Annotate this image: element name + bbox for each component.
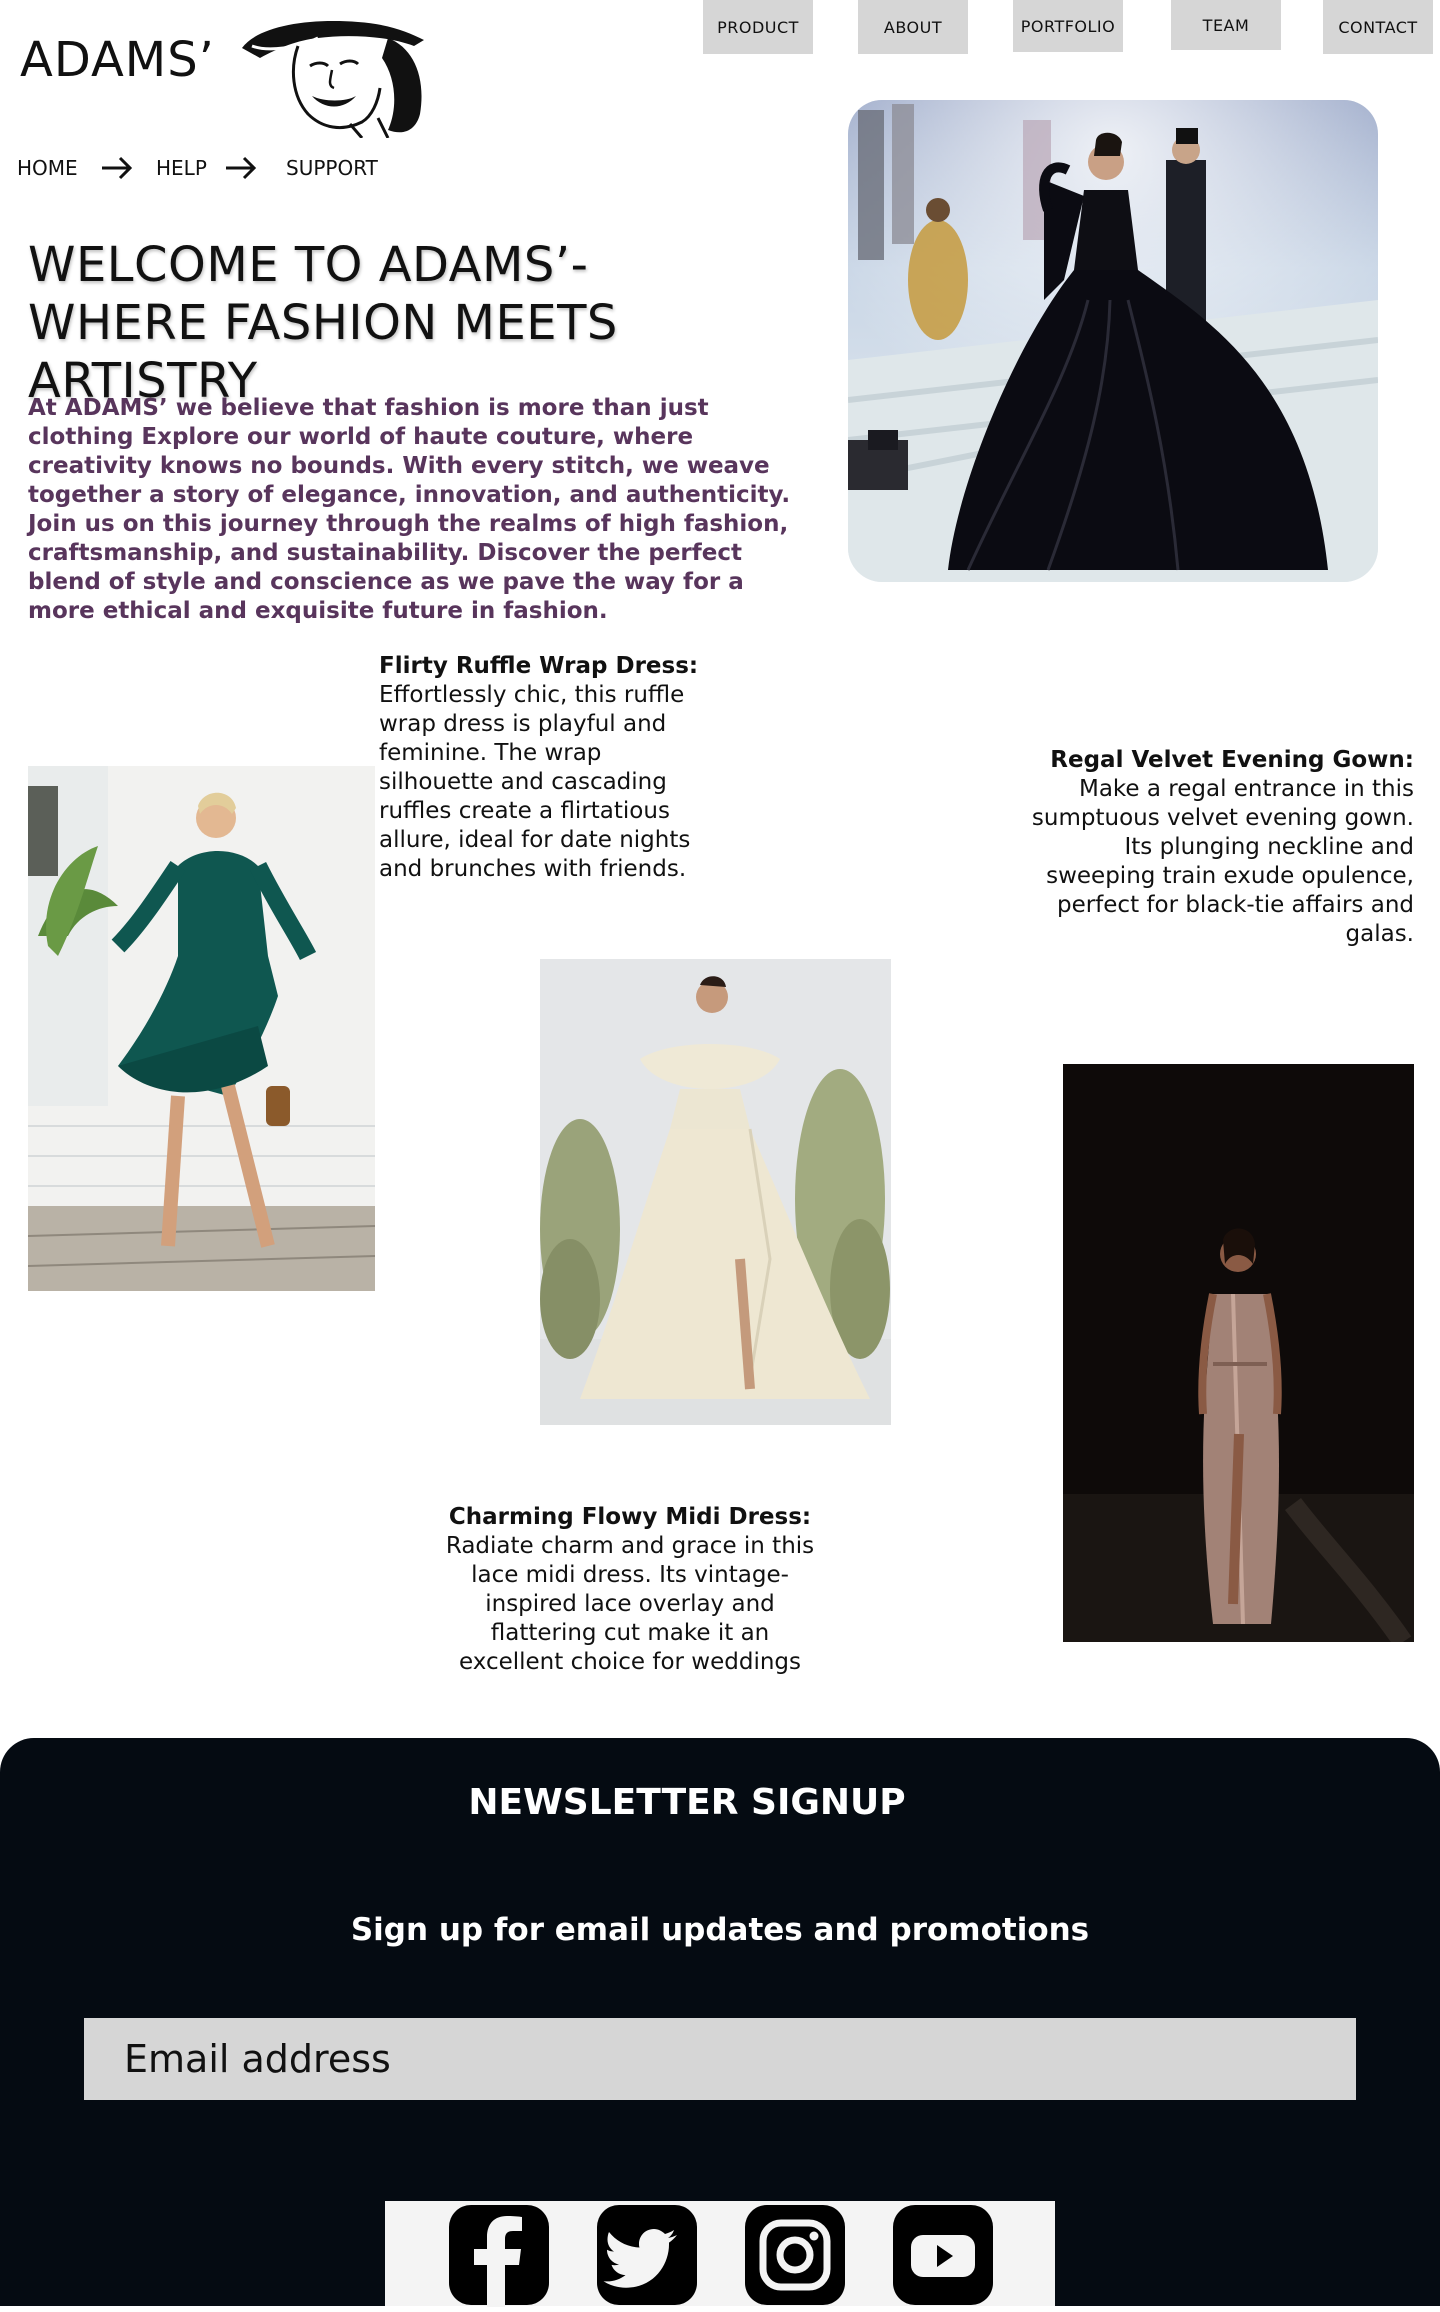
facebook-icon[interactable] <box>447 2203 551 2307</box>
hero-intro-paragraph-2: Join us on this journey through the real… <box>28 511 789 624</box>
product-description-line: Effortlessly chic, this ruffle <box>379 682 685 708</box>
arrow-right-icon <box>100 154 134 182</box>
product-ruffle-wrap-dress: Flirty Ruffle Wrap Dress: Effortlessly c… <box>379 652 709 884</box>
brand-name[interactable]: ADAMS’ <box>20 32 215 88</box>
product-description-line: inspired lace overlay and <box>485 1591 775 1617</box>
nav-portfolio-button[interactable]: PORTFOLIO <box>1013 0 1123 52</box>
product-description-line: Make a regal entrance in this <box>1078 776 1414 802</box>
logo-illustration <box>238 18 428 139</box>
product-description-line: feminine. The wrap <box>379 740 602 766</box>
hero-title: WELCOME TO ADAMS’- WHERE FASHION MEETS A… <box>28 236 848 410</box>
arrow-right-icon <box>224 154 258 182</box>
product-title: Regal Velvet Evening Gown: <box>1050 747 1414 773</box>
hero-intro: At ADAMS’ we believe that fashion is mor… <box>28 394 808 626</box>
nav-product-button[interactable]: PRODUCT <box>703 0 813 54</box>
breadcrumb-home-link[interactable]: HOME <box>17 156 78 180</box>
product-title: Flirty Ruffle Wrap Dress: <box>379 653 699 679</box>
product-image-white-gown <box>540 959 891 1425</box>
youtube-icon[interactable] <box>891 2203 995 2307</box>
product-flowy-midi-dress: Charming Flowy Midi Dress: Radiate charm… <box>380 1503 880 1677</box>
newsletter-title: NEWSLETTER SIGNUP <box>468 1782 906 1823</box>
product-description-line: and brunches with friends. <box>379 856 687 882</box>
product-description-line: perfect for black-tie affairs and <box>1056 892 1414 918</box>
email-input[interactable] <box>84 2018 1356 2100</box>
breadcrumb-help-link[interactable]: HELP <box>156 156 207 180</box>
nav-contact-button[interactable]: CONTACT <box>1323 0 1433 54</box>
product-image-satin-gown <box>1063 1064 1414 1642</box>
product-description-line: ruffles create a flirtatious <box>379 798 670 824</box>
instagram-icon[interactable] <box>743 2203 847 2307</box>
newsletter-section: NEWSLETTER SIGNUP Sign up for email upda… <box>0 1738 1440 2307</box>
hero-intro-paragraph: At ADAMS’ we believe that fashion is mor… <box>28 395 791 508</box>
product-description-line: sweeping train exude opulence, <box>1046 863 1414 889</box>
product-image-ruffle-wrap-dress <box>28 766 375 1291</box>
product-description-line: sumptuous velvet evening gown. <box>1031 805 1414 831</box>
newsletter-subtitle: Sign up for email updates and promotions <box>350 1912 1090 1948</box>
hero-title-line1: WELCOME TO ADAMS’- <box>28 237 589 293</box>
breadcrumb-support-link[interactable]: SUPPORT <box>286 156 378 180</box>
product-description-line: wrap dress is playful and <box>379 711 667 737</box>
product-title: Charming Flowy Midi Dress: <box>448 1504 812 1530</box>
nav-team-button[interactable]: TEAM <box>1171 0 1281 50</box>
hero-title-line2: WHERE FASHION MEETS ARTISTRY <box>28 295 618 409</box>
twitter-icon[interactable] <box>595 2203 699 2307</box>
hero-runway-image <box>848 100 1378 582</box>
product-description-line: excellent choice for weddings <box>458 1649 802 1675</box>
product-description-line: Its plunging neckline and <box>1124 834 1415 860</box>
product-description-line: silhouette and cascading <box>379 769 667 795</box>
product-description-line: galas. <box>1345 921 1414 947</box>
product-description-line: lace midi dress. Its vintage- <box>471 1562 789 1588</box>
product-description-line: flattering cut make it an <box>490 1620 770 1646</box>
product-description-line: Radiate charm and grace in this <box>445 1533 815 1559</box>
product-velvet-evening-gown: Regal Velvet Evening Gown: Make a regal … <box>950 746 1414 949</box>
nav-about-button[interactable]: ABOUT <box>858 0 968 54</box>
product-description-line: allure, ideal for date nights <box>379 827 691 853</box>
social-links <box>385 2201 1055 2307</box>
